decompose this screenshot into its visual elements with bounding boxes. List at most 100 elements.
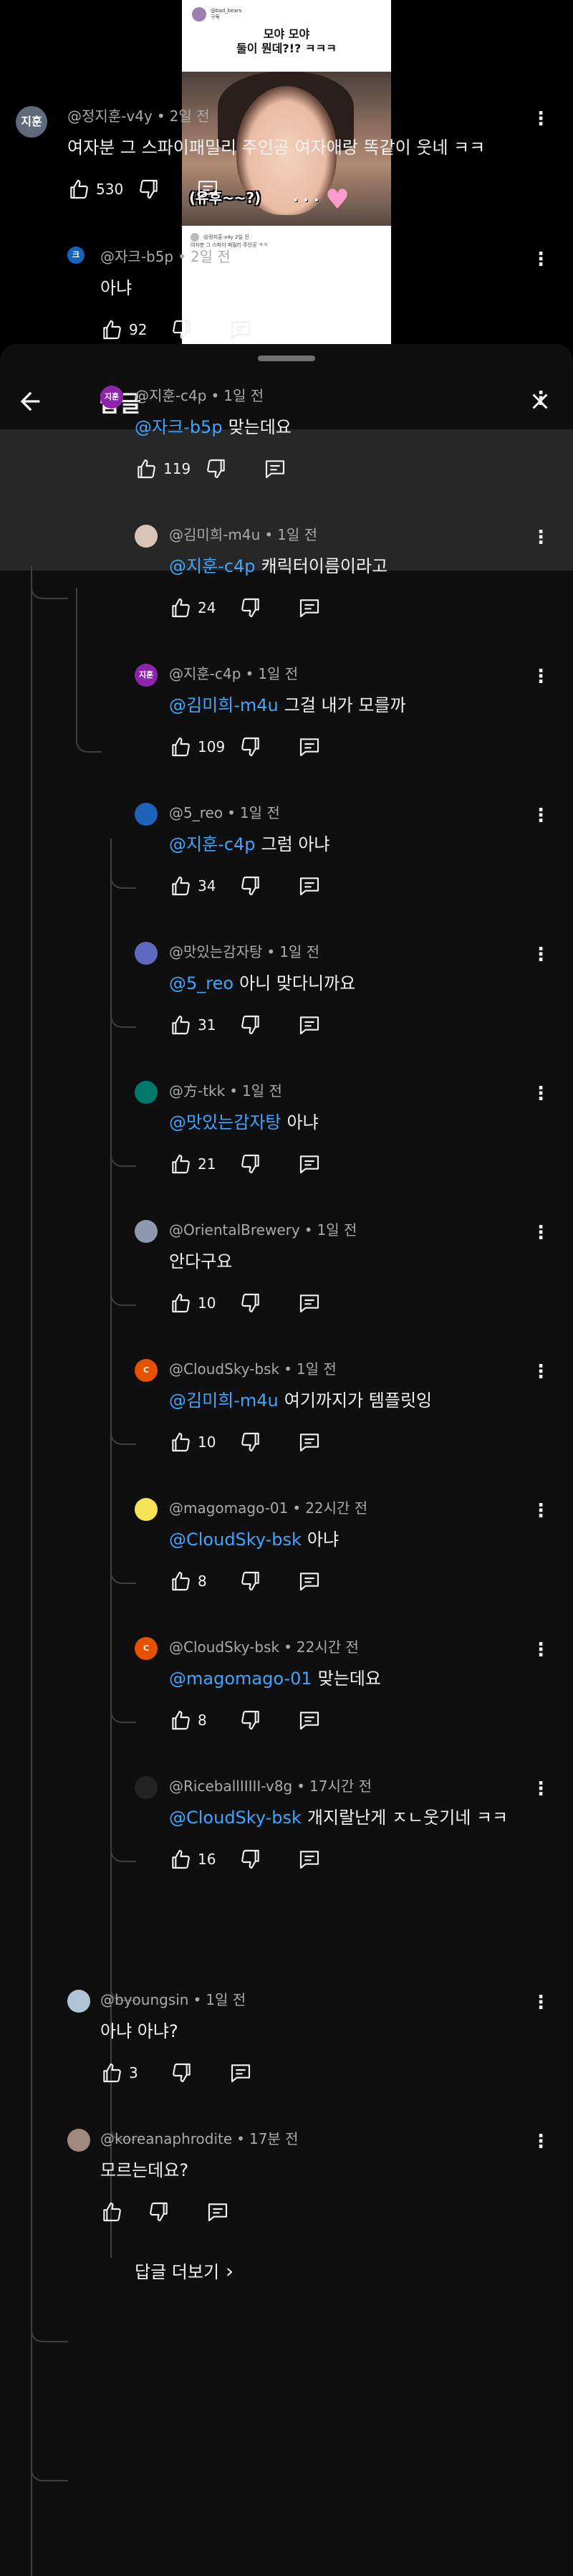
more-options-button[interactable]: ⋮ bbox=[531, 1988, 550, 2017]
show-more-replies-button[interactable]: 답글 더보기 › bbox=[135, 2258, 233, 2283]
more-options-button[interactable]: ⋮ bbox=[531, 1497, 550, 1525]
comment-author[interactable]: @RiceballIIIII-v8g bbox=[169, 1778, 292, 1795]
thumb-down-icon[interactable] bbox=[239, 1292, 262, 1315]
dislike-button[interactable] bbox=[138, 178, 160, 201]
avatar[interactable]: 지훈 bbox=[135, 664, 158, 687]
comment-author[interactable]: @magomago-01 bbox=[169, 1499, 288, 1517]
reply-icon[interactable] bbox=[298, 1848, 321, 1871]
reply-button[interactable] bbox=[298, 1570, 321, 1593]
avatar[interactable]: C bbox=[135, 1359, 158, 1382]
comment-author[interactable]: @koreanaphrodite bbox=[100, 2130, 232, 2147]
comment-author[interactable]: @byoungsin bbox=[100, 1991, 188, 2008]
reply-icon[interactable] bbox=[298, 1709, 321, 1732]
avatar[interactable] bbox=[135, 803, 158, 826]
comment-author[interactable]: @方-tkk bbox=[169, 1082, 225, 1099]
like-button[interactable] bbox=[169, 596, 192, 619]
back-button[interactable] bbox=[16, 387, 50, 416]
reply-icon[interactable] bbox=[298, 874, 321, 897]
more-options-button[interactable]: ⋮ bbox=[531, 940, 550, 969]
reply-button[interactable] bbox=[298, 874, 321, 897]
thumb-up-icon[interactable] bbox=[100, 2061, 123, 2084]
avatar[interactable] bbox=[135, 1498, 158, 1521]
like-button[interactable] bbox=[169, 1848, 192, 1871]
like-button[interactable] bbox=[67, 178, 90, 201]
like-button[interactable] bbox=[100, 2200, 123, 2223]
like-button[interactable] bbox=[100, 318, 123, 341]
reply-icon[interactable] bbox=[206, 2200, 229, 2223]
reply-button[interactable] bbox=[298, 1013, 321, 1036]
reply-icon[interactable] bbox=[298, 1013, 321, 1036]
reply-button[interactable] bbox=[264, 457, 286, 480]
more-options-button[interactable]: ⋮ bbox=[531, 1775, 550, 1803]
reply-icon[interactable] bbox=[298, 1570, 321, 1593]
reply-icon[interactable] bbox=[196, 178, 219, 201]
dislike-button[interactable] bbox=[170, 318, 193, 341]
more-options-button[interactable]: ⋮ bbox=[531, 523, 550, 552]
avatar[interactable] bbox=[135, 942, 158, 965]
like-button[interactable] bbox=[169, 1153, 192, 1175]
thumb-down-icon[interactable] bbox=[239, 874, 262, 897]
reply-button[interactable] bbox=[206, 2200, 229, 2223]
reply-icon[interactable] bbox=[229, 2061, 252, 2084]
reply-button[interactable] bbox=[229, 318, 252, 341]
comment-author[interactable]: @5_reo bbox=[169, 804, 223, 821]
dislike-button[interactable] bbox=[239, 874, 262, 897]
comment-author[interactable]: @정지훈-v4y bbox=[67, 108, 153, 125]
thumb-up-icon[interactable] bbox=[169, 1153, 192, 1175]
thumb-down-icon[interactable] bbox=[239, 735, 262, 758]
dislike-button[interactable] bbox=[239, 1013, 262, 1036]
thumb-up-icon[interactable] bbox=[100, 318, 123, 341]
comment-author[interactable]: @지훈-c4p bbox=[135, 387, 206, 404]
reply-icon[interactable] bbox=[298, 1292, 321, 1315]
more-options-button[interactable]: ⋮ bbox=[531, 384, 550, 413]
dislike-button[interactable] bbox=[239, 1431, 262, 1454]
thumb-down-icon[interactable] bbox=[239, 1848, 262, 1871]
thumb-up-icon[interactable] bbox=[169, 874, 192, 897]
comment-mention[interactable]: @CloudSky-bsk bbox=[169, 1530, 302, 1550]
reply-icon[interactable] bbox=[298, 596, 321, 619]
thumb-down-icon[interactable] bbox=[170, 2061, 193, 2084]
comment-author[interactable]: @지훈-c4p bbox=[169, 665, 241, 682]
reply-icon[interactable] bbox=[264, 457, 286, 480]
like-button[interactable] bbox=[169, 1431, 192, 1454]
comment-mention[interactable]: @김미희-m4u bbox=[169, 1390, 279, 1411]
comment-mention[interactable]: @CloudSky-bsk bbox=[169, 1808, 302, 1828]
thumb-down-icon[interactable] bbox=[239, 596, 262, 619]
dislike-button[interactable] bbox=[239, 735, 262, 758]
thumb-down-icon[interactable] bbox=[170, 318, 193, 341]
thumb-up-icon[interactable] bbox=[169, 735, 192, 758]
dislike-button[interactable] bbox=[239, 1153, 262, 1175]
thumb-down-icon[interactable] bbox=[239, 1153, 262, 1175]
like-button[interactable] bbox=[169, 1709, 192, 1732]
comment-author[interactable]: @맛있는감자탕 bbox=[169, 943, 262, 960]
comment-mention[interactable]: @magomago-01 bbox=[169, 1669, 312, 1689]
thumb-down-icon[interactable] bbox=[239, 1709, 262, 1732]
dislike-button[interactable] bbox=[239, 1570, 262, 1593]
more-options-button[interactable]: ⋮ bbox=[531, 2127, 550, 2156]
avatar[interactable] bbox=[135, 525, 158, 548]
dislike-button[interactable] bbox=[239, 1848, 262, 1871]
avatar[interactable]: 지훈 bbox=[100, 386, 123, 409]
avatar[interactable] bbox=[67, 1990, 90, 2013]
avatar[interactable]: 지훈 bbox=[16, 106, 47, 138]
thumb-up-icon[interactable] bbox=[100, 2200, 123, 2223]
like-button[interactable] bbox=[100, 2061, 123, 2084]
avatar[interactable] bbox=[135, 1220, 158, 1243]
more-options-button[interactable]: ⋮ bbox=[531, 245, 550, 274]
reply-button[interactable] bbox=[298, 1292, 321, 1315]
comment-author[interactable]: @자크-b5p bbox=[100, 248, 173, 265]
short-video-frame[interactable]: @bad_bears 구독 모야 모야 둘이 뭔데?!? ㅋㅋㅋ (유후~~?)… bbox=[182, 0, 391, 344]
comment-mention[interactable]: @맛있는감자탕 bbox=[169, 1112, 281, 1132]
avatar[interactable] bbox=[135, 1776, 158, 1799]
reply-button[interactable] bbox=[196, 178, 219, 201]
more-options-button[interactable]: ⋮ bbox=[531, 801, 550, 830]
thumb-up-icon[interactable] bbox=[169, 1431, 192, 1454]
like-button[interactable] bbox=[169, 1013, 192, 1036]
reply-button[interactable] bbox=[298, 596, 321, 619]
like-button[interactable] bbox=[169, 1292, 192, 1315]
avatar[interactable] bbox=[67, 2129, 90, 2152]
like-button[interactable] bbox=[169, 1570, 192, 1593]
comment-mention[interactable]: @김미희-m4u bbox=[169, 695, 279, 715]
reply-button[interactable] bbox=[229, 2061, 252, 2084]
thumb-up-icon[interactable] bbox=[135, 457, 158, 480]
